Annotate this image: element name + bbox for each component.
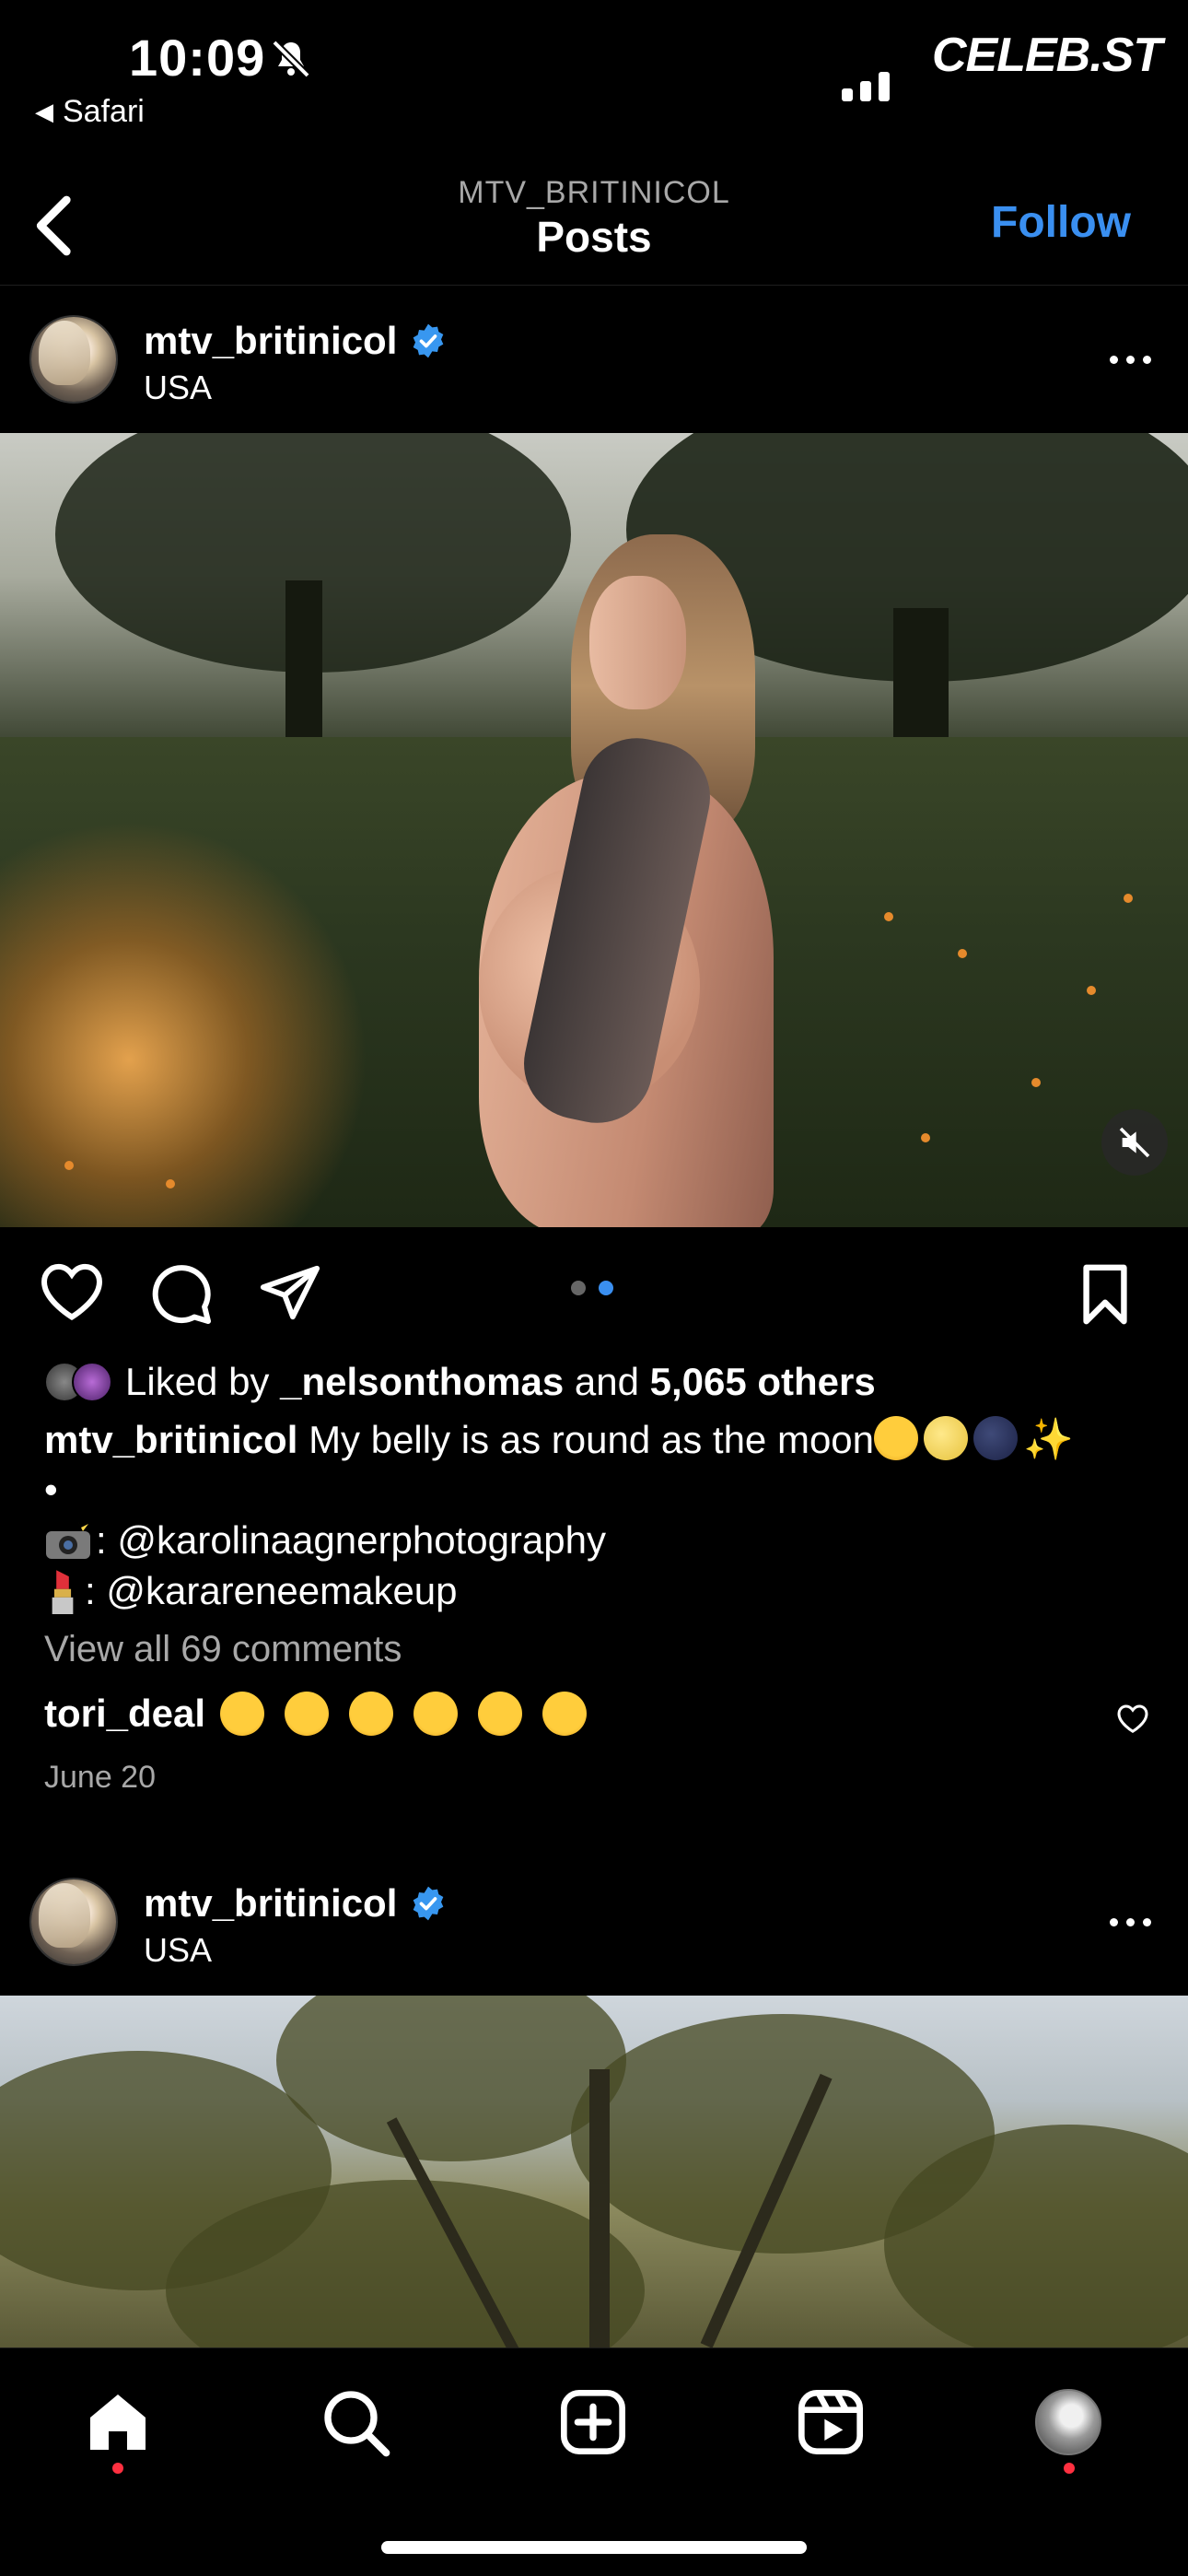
share-icon[interactable]	[258, 1260, 322, 1325]
new-moon-emoji-icon	[973, 1416, 1019, 1460]
makeup-credit: : @karareneemakeup	[44, 1568, 458, 1614]
reels-icon[interactable]	[794, 2385, 868, 2459]
bookmark-icon[interactable]	[1077, 1262, 1133, 1327]
create-post-icon[interactable]	[556, 2385, 630, 2459]
username-label: mtv_britinicol	[144, 319, 398, 362]
verified-badge-icon	[413, 1886, 444, 1921]
liked-by-user[interactable]: _nelsonthomas	[280, 1360, 564, 1404]
heart-icon[interactable]	[39, 1260, 105, 1321]
heart-eyes-emoji-icon	[478, 1692, 523, 1736]
comment-username[interactable]: tori_deal	[44, 1692, 205, 1736]
photo-credit-text[interactable]: : @karolinaagnerphotography	[96, 1518, 606, 1563]
liker-avatar	[72, 1362, 112, 1402]
post-actions	[0, 1253, 1188, 1336]
post-caption: mtv_britinicol My belly is as round as t…	[44, 1415, 1159, 1515]
post-photo[interactable]	[0, 433, 1188, 1227]
username-label: mtv_britinicol	[144, 1881, 398, 1925]
comment-like-heart-icon[interactable]	[1116, 1703, 1149, 1734]
sparkles-emoji-icon: ✨	[1023, 1417, 1074, 1462]
speaker-muted-icon	[1119, 1127, 1150, 1158]
heart-eyes-emoji-icon	[220, 1692, 265, 1736]
liked-by-prefix: Liked by	[125, 1360, 270, 1403]
caption-text: My belly is as round as the moon	[309, 1418, 875, 1461]
liked-by-count[interactable]: 5,065 others	[650, 1360, 876, 1404]
signal-icon	[842, 64, 890, 101]
home-icon[interactable]	[81, 2385, 155, 2459]
profile-notification-dot	[1064, 2463, 1075, 2474]
liked-by-and: and	[574, 1360, 639, 1403]
status-bar: 10:09 ◀ Safari CELEB.ST	[0, 0, 1188, 147]
status-time: 10:09	[129, 29, 266, 87]
photo-credit: : @karolinaagnerphotography	[44, 1518, 606, 1563]
post-photo[interactable]	[0, 1996, 1188, 2348]
comment-icon[interactable]	[147, 1260, 214, 1327]
verified-badge-icon	[413, 323, 444, 358]
post-username[interactable]: mtv_britinicol	[144, 319, 447, 363]
caption-username[interactable]: mtv_britinicol	[44, 1418, 297, 1461]
avatar[interactable]	[29, 1878, 118, 1966]
back-app-label: Safari	[63, 94, 145, 129]
carousel-indicator	[571, 1281, 613, 1295]
smiling-hearts-emoji-icon	[874, 1416, 919, 1460]
likes-summary[interactable]: Liked by _nelsonthomas and 5,065 others	[44, 1360, 876, 1404]
post-header: mtv_britinicol USA	[0, 287, 1188, 426]
profile-tab[interactable]	[1035, 2389, 1109, 2463]
silent-bell-icon	[272, 40, 310, 78]
home-indicator	[381, 2541, 807, 2554]
full-moon-emoji-icon	[924, 1416, 969, 1460]
back-triangle-icon: ◀	[35, 98, 53, 125]
follow-button[interactable]: Follow	[991, 197, 1131, 248]
lipstick-emoji-icon	[52, 1570, 74, 1614]
post-location[interactable]: USA	[144, 369, 212, 407]
mute-toggle[interactable]	[1101, 1109, 1168, 1176]
heart-eyes-emoji-icon	[413, 1692, 459, 1736]
back-to-safari[interactable]: ◀ Safari	[35, 94, 145, 130]
home-notification-dot	[112, 2463, 123, 2474]
search-icon[interactable]	[319, 2385, 392, 2459]
caption-bullet: •	[44, 1468, 58, 1511]
camera-flash-emoji-icon	[46, 1520, 90, 1559]
post-header: mtv_britinicol USA	[0, 1850, 1188, 1988]
heart-eyes-emoji-icon	[349, 1692, 394, 1736]
post-location[interactable]: USA	[144, 1931, 212, 1970]
more-options-icon[interactable]	[1110, 356, 1151, 364]
view-all-comments-link[interactable]: View all 69 comments	[44, 1629, 402, 1670]
brand-logo: CELEB.ST	[932, 29, 1162, 82]
makeup-credit-text[interactable]: : @karareneemakeup	[85, 1569, 458, 1613]
more-options-icon[interactable]	[1110, 1918, 1151, 1926]
profile-avatar	[1035, 2389, 1101, 2455]
avatar[interactable]	[29, 315, 118, 404]
post-username[interactable]: mtv_britinicol	[144, 1881, 447, 1926]
heart-eyes-emoji-icon	[542, 1692, 588, 1736]
comment-row: tori_deal	[44, 1692, 592, 1736]
instagram-posts-screen: 10:09 ◀ Safari CELEB.ST MTV_BRITINICOL P…	[0, 0, 1188, 2576]
heart-eyes-emoji-icon	[285, 1692, 330, 1736]
nav-header: MTV_BRITINICOL Posts Follow	[0, 157, 1188, 286]
post-date: June 20	[44, 1760, 156, 1795]
